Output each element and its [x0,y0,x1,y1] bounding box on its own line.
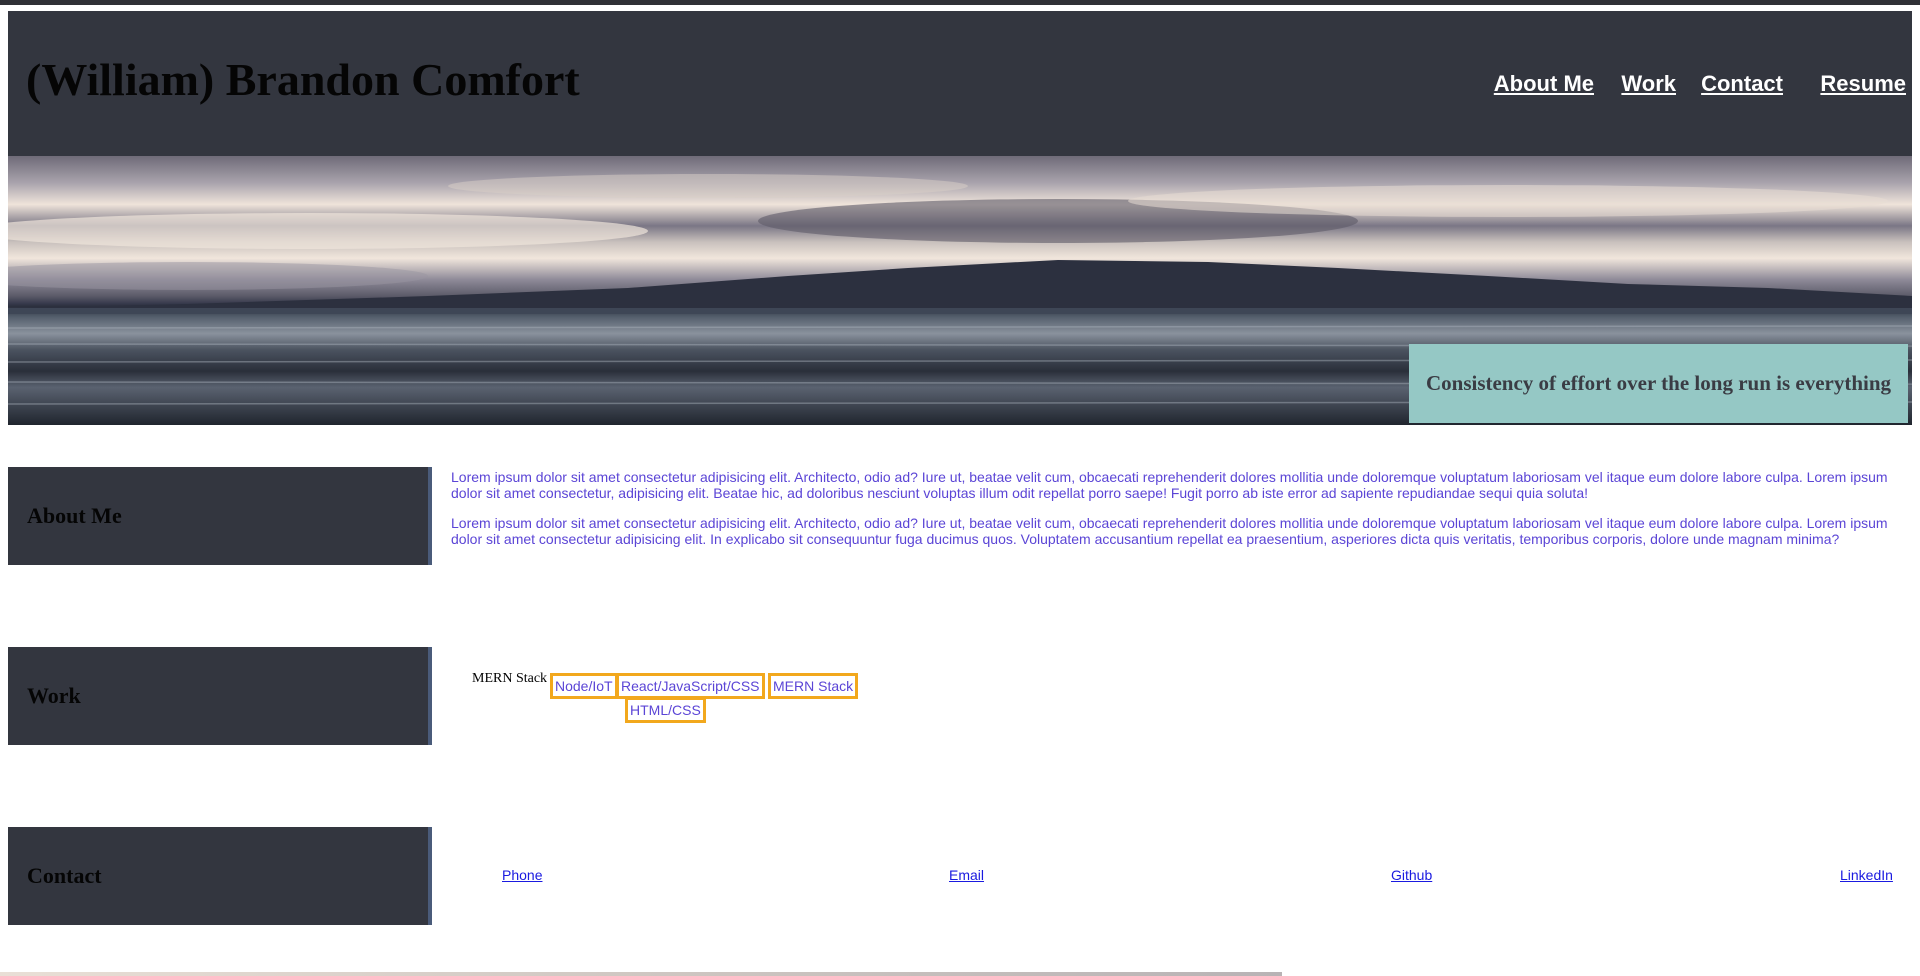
nav-contact[interactable]: Contact [1701,71,1783,97]
work-tag-react-javascript-css[interactable]: React/JavaScript/CSS [616,673,765,699]
nav-work[interactable]: Work [1621,71,1676,97]
about-paragraph-1: Lorem ipsum dolor sit amet consectetur a… [451,469,1888,501]
contact-heading-panel: Contact [8,827,432,925]
about-me-text: Lorem ipsum dolor sit amet consectetur a… [451,469,1891,561]
site-title: (William) Brandon Comfort [26,54,580,105]
top-border [0,0,1920,5]
work-tag-mern-stack[interactable]: MERN Stack [768,673,859,699]
quote-text: Consistency of effort over the long run … [1425,371,1892,395]
site-header: (William) Brandon Comfort About Me Work … [8,11,1912,156]
contact-link-phone[interactable]: Phone [502,867,542,883]
work-caption: MERN Stack [472,671,548,686]
nav-resume[interactable]: Resume [1820,71,1906,97]
horizontal-scrollbar[interactable] [0,972,1282,976]
contact-link-github[interactable]: Github [1391,867,1432,883]
work-heading-panel: Work [8,647,432,745]
about-paragraph-2: Lorem ipsum dolor sit amet consectetur a… [451,515,1888,547]
about-me-heading: About Me [27,503,122,528]
work-tag-html-css[interactable]: HTML/CSS [625,697,706,723]
contact-heading: Contact [27,863,102,888]
contact-link-linkedin[interactable]: LinkedIn [1840,867,1893,883]
nav-about-me[interactable]: About Me [1494,71,1594,97]
work-tag-node-iot[interactable]: Node/IoT [550,673,618,699]
about-me-heading-panel: About Me [8,467,432,565]
quote-banner: Consistency of effort over the long run … [1409,344,1908,423]
contact-link-email[interactable]: Email [949,867,984,883]
work-heading: Work [27,683,81,708]
